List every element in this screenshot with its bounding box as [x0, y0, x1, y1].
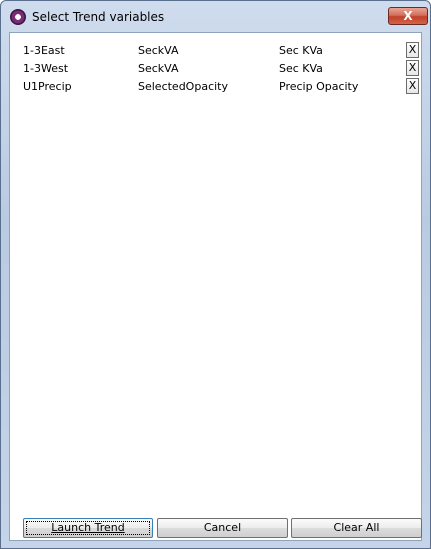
variable-description: Sec KVa: [279, 62, 323, 75]
remove-row-button[interactable]: X: [406, 42, 419, 58]
window-title: Select Trend variables: [32, 10, 165, 24]
remove-row-button[interactable]: X: [406, 60, 419, 76]
variable-description: Sec KVa: [279, 44, 323, 57]
button-bar: Launch Trend Cancel Clear All: [10, 513, 422, 540]
variable-list: 1-3East SeckVA Sec KVa X 1-3West SeckVA …: [10, 33, 421, 513]
variable-name: U1Precip: [23, 80, 72, 93]
launch-trend-button[interactable]: Launch Trend: [23, 518, 153, 538]
variable-tag: SeckVA: [138, 44, 179, 57]
variable-name: 1-3West: [23, 62, 69, 75]
app-icon: [10, 9, 26, 25]
clear-all-button[interactable]: Clear All: [291, 518, 422, 538]
variable-description: Precip Opacity: [279, 80, 359, 93]
launch-trend-label: Launch Trend: [51, 521, 125, 534]
remove-row-button[interactable]: X: [406, 78, 419, 94]
variable-name: 1-3East: [23, 44, 65, 57]
variable-row: U1Precip SelectedOpacity Precip Opacity …: [10, 78, 421, 96]
dialog-client-area: 1-3East SeckVA Sec KVa X 1-3West SeckVA …: [9, 32, 422, 541]
dialog-window: Select Trend variables X 1-3East SeckVA …: [0, 0, 431, 549]
variable-row: 1-3West SeckVA Sec KVa X: [10, 60, 421, 78]
cancel-button[interactable]: Cancel: [157, 518, 288, 538]
variable-tag: SelectedOpacity: [138, 80, 228, 93]
title-bar[interactable]: Select Trend variables X: [1, 1, 430, 31]
variable-tag: SeckVA: [138, 62, 179, 75]
close-button[interactable]: X: [388, 7, 428, 25]
variable-row: 1-3East SeckVA Sec KVa X: [10, 42, 421, 60]
